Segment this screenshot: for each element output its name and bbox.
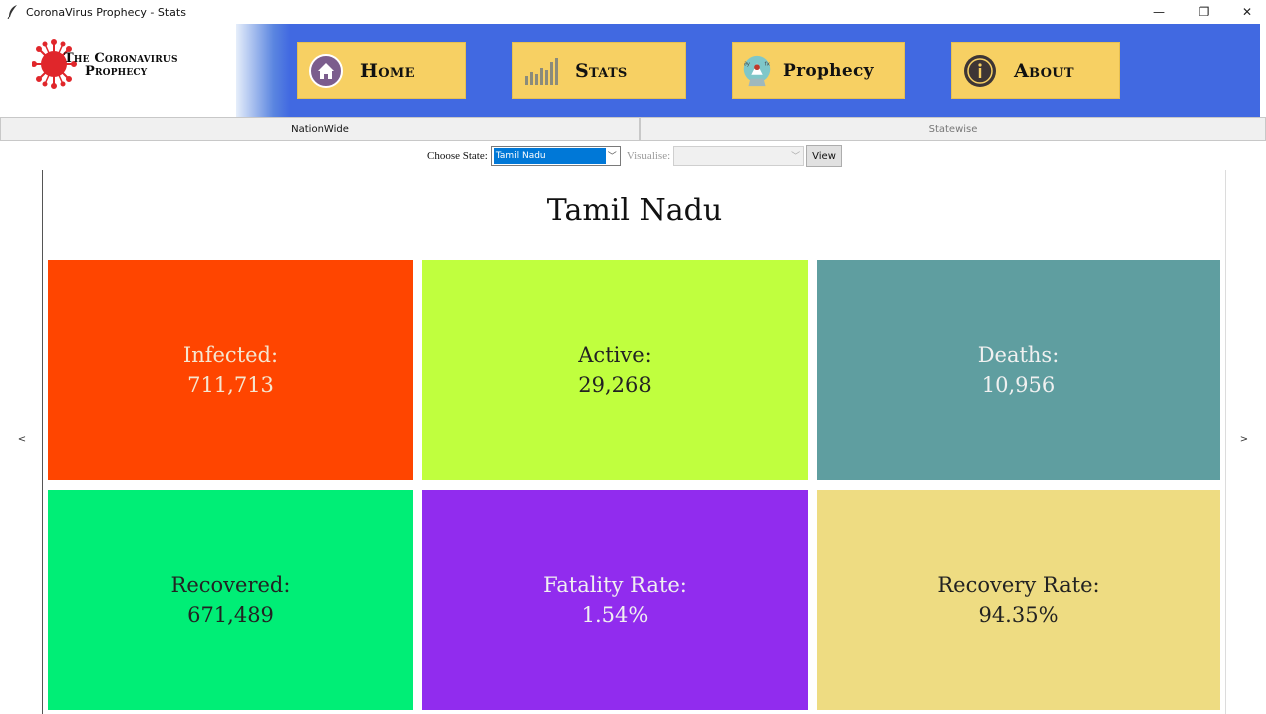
card-label: Deaths:	[977, 343, 1060, 367]
chevron-down-icon: ﹀	[791, 152, 801, 162]
card-value: 1.54%	[581, 603, 649, 627]
tab-statewise[interactable]: Statewise	[640, 117, 1266, 141]
state-title: Tamil Nadu	[546, 193, 723, 228]
bar-chart-icon	[523, 53, 559, 89]
visualise-label: Visualise:	[626, 150, 671, 162]
nav-stats-label: Stats	[575, 59, 628, 82]
home-icon	[308, 53, 344, 89]
card-value: 671,489	[187, 603, 274, 627]
nav-home-label: Home	[360, 59, 415, 82]
feather-icon	[6, 5, 20, 19]
nav-about-button[interactable]: About	[951, 42, 1120, 99]
nav-prophecy-button[interactable]: ∂y fx Prophecy	[732, 42, 905, 99]
next-arrow[interactable]: >	[1234, 434, 1254, 445]
card-value: 10,956	[981, 373, 1056, 397]
card-label: Fatality Rate:	[543, 573, 687, 597]
card-fatality-rate: Fatality Rate: 1.54%	[422, 490, 808, 710]
svg-text:fx: fx	[765, 61, 771, 67]
info-icon	[962, 53, 998, 89]
state-select[interactable]: Tamil Nadu ﹀	[490, 146, 621, 166]
nav-about-label: About	[1014, 59, 1074, 82]
logo-line-2: Prophecy	[85, 64, 148, 79]
window-titlebar: CoronaVirus Prophecy - Stats	[0, 0, 1266, 24]
card-value: 94.35%	[978, 603, 1059, 627]
close-button[interactable]: ✕	[1232, 0, 1262, 24]
restore-button[interactable]: ❐	[1189, 0, 1219, 24]
card-value: 711,713	[187, 373, 274, 397]
card-recovery-rate: Recovery Rate: 94.35%	[817, 490, 1220, 710]
next-panel[interactable]: >	[1225, 170, 1266, 714]
card-label: Active:	[578, 343, 652, 367]
nav-prophecy-label: Prophecy	[783, 60, 874, 81]
prev-arrow[interactable]: <	[12, 434, 32, 445]
card-infected: Infected: 711,713	[48, 260, 413, 480]
logo-text: The Coronavirus Prophecy	[64, 52, 178, 78]
card-label: Recovery Rate:	[937, 573, 1100, 597]
visualise-select[interactable]: ﹀	[673, 146, 805, 166]
card-value: 29,268	[578, 373, 652, 397]
prev-panel[interactable]: <	[0, 170, 43, 714]
logo-fade	[236, 24, 290, 117]
card-active: Active: 29,268	[422, 260, 808, 480]
state-select-value: Tamil Nadu	[493, 148, 606, 164]
svg-text:∂y: ∂y	[744, 61, 751, 67]
visualise-select-value	[676, 148, 680, 164]
controls-row: Choose State: Tamil Nadu ﹀ Visualise: ﹀ …	[427, 145, 842, 167]
navbar: The Coronavirus Prophecy Home Stats ∂y fx…	[0, 24, 1260, 117]
window-title: CoronaVirus Prophecy - Stats	[26, 5, 186, 19]
crystal-ball-icon: ∂y fx	[739, 53, 775, 89]
choose-state-label: Choose State:	[427, 150, 488, 162]
view-button[interactable]: View	[806, 145, 842, 167]
card-label: Infected:	[182, 343, 279, 367]
nav-stats-button[interactable]: Stats	[512, 42, 686, 99]
chevron-down-icon: ﹀	[607, 152, 617, 162]
nav-home-button[interactable]: Home	[297, 42, 466, 99]
card-label: Recovered:	[170, 573, 291, 597]
view-tabs: NationWide Statewise	[0, 117, 1266, 141]
card-deaths: Deaths: 10,956	[817, 260, 1220, 480]
card-recovered: Recovered: 671,489	[48, 490, 413, 710]
logo: The Coronavirus Prophecy	[0, 24, 236, 117]
tab-nationwide[interactable]: NationWide	[0, 117, 640, 141]
minimize-button[interactable]: —	[1144, 0, 1174, 24]
